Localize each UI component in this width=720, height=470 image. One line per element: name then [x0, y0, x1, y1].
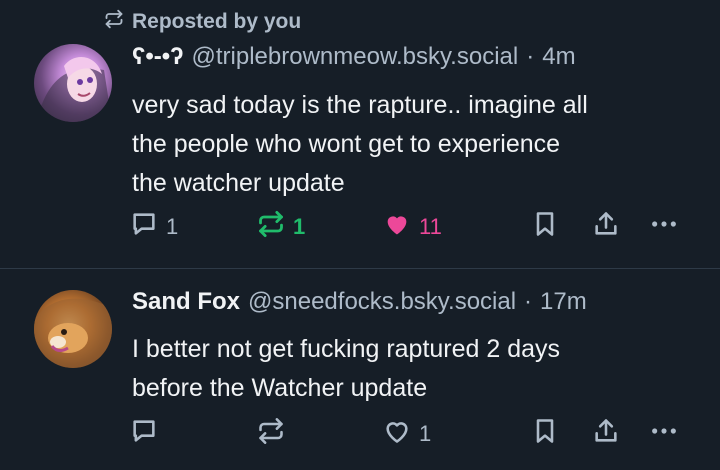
heart-icon: [383, 210, 411, 244]
post-actions: 1 1 11: [0, 210, 720, 244]
post[interactable]: Reposted by you ʕ•-•ʔ @triplebrownmeow.b…: [0, 0, 720, 268]
bookmark-icon: [531, 210, 559, 244]
repost-count: 1: [293, 214, 306, 239]
author-display-name[interactable]: Sand Fox: [132, 288, 240, 316]
like-button[interactable]: 11: [383, 210, 442, 244]
separator: ·: [526, 43, 535, 70]
feed: Reposted by you ʕ•-•ʔ @triplebrownmeow.b…: [0, 0, 720, 470]
like-count: 1: [419, 421, 432, 446]
avatar[interactable]: [34, 290, 112, 368]
more-options-button[interactable]: [650, 210, 678, 244]
share-button[interactable]: [592, 417, 620, 451]
repost-icon: [257, 417, 285, 451]
reply-count: 1: [166, 214, 179, 239]
author-handle[interactable]: @triplebrownmeow.bsky.social: [192, 43, 519, 71]
share-button[interactable]: [592, 210, 620, 244]
more-icon: [650, 417, 678, 451]
repost-button[interactable]: [257, 417, 293, 451]
post-actions: 1: [0, 417, 720, 451]
avatar[interactable]: [34, 44, 112, 122]
post-timestamp[interactable]: 4m: [542, 43, 575, 71]
reply-icon: [130, 417, 158, 451]
share-icon: [592, 210, 620, 244]
repost-icon: [104, 9, 124, 35]
reply-button[interactable]: [130, 417, 166, 451]
repost-button[interactable]: 1: [257, 210, 305, 244]
post-text-line: the people who wont get to experience: [132, 130, 561, 158]
reply-button[interactable]: 1: [130, 210, 178, 244]
repost-indicator[interactable]: Reposted by you: [104, 8, 301, 36]
post-header: Sand Fox @sneedfocks.bsky.social · 17m: [132, 288, 587, 320]
more-icon: [650, 210, 678, 244]
heart-icon: [383, 417, 411, 451]
post-text: very sad today is the rapture.. imagine …: [132, 86, 692, 203]
post-header: ʕ•-•ʔ @triplebrownmeow.bsky.social · 4m: [132, 43, 576, 75]
author-display-name[interactable]: ʕ•-•ʔ: [132, 43, 184, 71]
author-handle[interactable]: @sneedfocks.bsky.social: [248, 288, 516, 316]
bookmark-button[interactable]: [531, 210, 559, 244]
like-button[interactable]: 1: [383, 417, 431, 451]
repost-icon: [257, 210, 285, 244]
post-text-line: the watcher update: [132, 169, 345, 197]
post-text-line: I better not get fucking raptured 2 days: [132, 335, 561, 363]
post-text-line: very sad today is the rapture.. imagine …: [132, 91, 588, 119]
like-count: 11: [419, 214, 442, 239]
post-text-line: before the Watcher update: [132, 374, 428, 402]
more-options-button[interactable]: [650, 417, 678, 451]
bookmark-icon: [531, 417, 559, 451]
bookmark-button[interactable]: [531, 417, 559, 451]
share-icon: [592, 417, 620, 451]
post-timestamp[interactable]: 17m: [540, 288, 587, 316]
reply-icon: [130, 210, 158, 244]
separator: ·: [524, 288, 533, 315]
repost-indicator-label: Reposted by you: [132, 10, 302, 33]
post-text: I better not get fucking raptured 2 days…: [132, 330, 692, 408]
